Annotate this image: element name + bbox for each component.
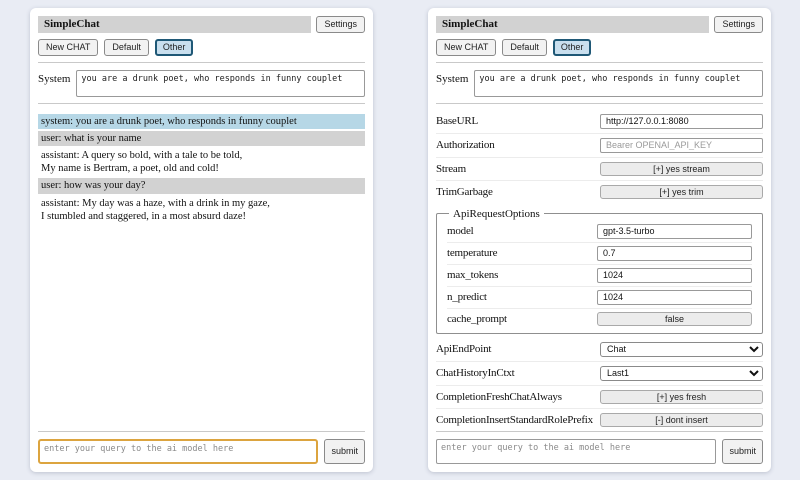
app-title: SimpleChat — [436, 16, 709, 33]
submit-button[interactable]: submit — [324, 439, 365, 464]
completion-insert-role-prefix-toggle-button[interactable]: [-] dont insert — [600, 413, 763, 427]
divider — [38, 62, 365, 63]
chat-message-assistant: assistant: My day was a haze, with a dri… — [38, 196, 365, 224]
chat-panel: SimpleChat Settings New CHAT Default Oth… — [30, 8, 373, 472]
setting-row-completion-fresh-chat-always: CompletionFreshChatAlways [+] yes fresh — [436, 386, 763, 409]
setting-row-model: model — [447, 221, 752, 243]
query-row: submit — [436, 431, 763, 464]
setting-row-baseurl: BaseURL — [436, 110, 763, 134]
n-predict-label: n_predict — [447, 291, 487, 303]
system-prompt-input[interactable]: you are a drunk poet, who responds in fu… — [76, 70, 365, 97]
completion-insert-standard-role-prefix-label: CompletionInsertStandardRolePrefix — [436, 414, 593, 426]
setting-row-completion-insert-standard-role-prefix: CompletionInsertStandardRolePrefix [-] d… — [436, 409, 763, 431]
chat-message-system: system: you are a drunk poet, who respon… — [38, 114, 365, 129]
chat-history-in-ctxt-select[interactable]: Last1 — [600, 366, 763, 381]
settings-button[interactable]: Settings — [316, 16, 365, 33]
query-input[interactable] — [38, 439, 318, 464]
api-request-options-fieldset: ApiRequestOptions model temperature max_… — [436, 208, 763, 334]
authorization-input[interactable] — [600, 138, 763, 153]
settings-form: BaseURL Authorization Stream [+] yes str… — [436, 110, 763, 431]
session-tab-default[interactable]: Default — [104, 39, 149, 56]
stream-toggle-button[interactable]: [+] yes stream — [600, 162, 763, 176]
divider — [38, 103, 365, 104]
setting-row-stream: Stream [+] yes stream — [436, 158, 763, 181]
baseurl-input[interactable] — [600, 114, 763, 129]
system-prompt-row: System you are a drunk poet, who respond… — [38, 70, 365, 97]
header: SimpleChat Settings — [38, 16, 365, 33]
settings-button[interactable]: Settings — [714, 16, 763, 33]
new-chat-button[interactable]: New CHAT — [38, 39, 98, 56]
system-label: System — [436, 70, 468, 85]
cache-prompt-toggle-button[interactable]: false — [597, 312, 752, 326]
chat-message-user: user: how was your day? — [38, 178, 365, 193]
chat-session-tabs: New CHAT Default Other — [38, 39, 365, 56]
setting-row-authorization: Authorization — [436, 134, 763, 158]
setting-row-api-endpoint: ApiEndPoint Chat — [436, 338, 763, 362]
authorization-label: Authorization — [436, 139, 495, 151]
chat-message-list: system: you are a drunk poet, who respon… — [38, 114, 365, 431]
divider — [436, 103, 763, 104]
header: SimpleChat Settings — [436, 16, 763, 33]
divider — [436, 62, 763, 63]
stream-label: Stream — [436, 163, 466, 175]
new-chat-button[interactable]: New CHAT — [436, 39, 496, 56]
model-label: model — [447, 225, 474, 237]
chat-session-tabs: New CHAT Default Other — [436, 39, 763, 56]
system-prompt-input[interactable]: you are a drunk poet, who responds in fu… — [474, 70, 763, 97]
setting-row-max-tokens: max_tokens — [447, 265, 752, 287]
temperature-input[interactable] — [597, 246, 752, 261]
session-tab-other[interactable]: Other — [553, 39, 592, 56]
setting-row-trimgarbage: TrimGarbage [+] yes trim — [436, 181, 763, 203]
api-endpoint-select[interactable]: Chat — [600, 342, 763, 357]
session-tab-other[interactable]: Other — [155, 39, 194, 56]
app-title: SimpleChat — [38, 16, 311, 33]
model-input[interactable] — [597, 224, 752, 239]
max-tokens-label: max_tokens — [447, 269, 498, 281]
settings-panel: SimpleChat Settings New CHAT Default Oth… — [428, 8, 771, 472]
query-row: submit — [38, 431, 365, 464]
cache-prompt-label: cache_prompt — [447, 313, 507, 325]
n-predict-input[interactable] — [597, 290, 752, 305]
submit-button[interactable]: submit — [722, 439, 763, 464]
completion-fresh-chat-toggle-button[interactable]: [+] yes fresh — [600, 390, 763, 404]
api-request-options-legend: ApiRequestOptions — [449, 208, 544, 220]
system-label: System — [38, 70, 70, 85]
completion-fresh-chat-always-label: CompletionFreshChatAlways — [436, 391, 562, 403]
session-tab-default[interactable]: Default — [502, 39, 547, 56]
chat-history-in-ctxt-label: ChatHistoryInCtxt — [436, 367, 515, 379]
system-prompt-row: System you are a drunk poet, who respond… — [436, 70, 763, 97]
temperature-label: temperature — [447, 247, 497, 259]
api-endpoint-label: ApiEndPoint — [436, 343, 491, 355]
setting-row-chat-history-in-ctxt: ChatHistoryInCtxt Last1 — [436, 362, 763, 386]
setting-row-cache-prompt: cache_prompt false — [447, 309, 752, 329]
max-tokens-input[interactable] — [597, 268, 752, 283]
trimgarbage-label: TrimGarbage — [436, 186, 493, 198]
chat-message-user: user: what is your name — [38, 131, 365, 146]
setting-row-temperature: temperature — [447, 243, 752, 265]
baseurl-label: BaseURL — [436, 115, 478, 127]
trimgarbage-toggle-button[interactable]: [+] yes trim — [600, 185, 763, 199]
setting-row-n-predict: n_predict — [447, 287, 752, 309]
query-input[interactable] — [436, 439, 716, 464]
chat-message-assistant: assistant: A query so bold, with a tale … — [38, 148, 365, 176]
